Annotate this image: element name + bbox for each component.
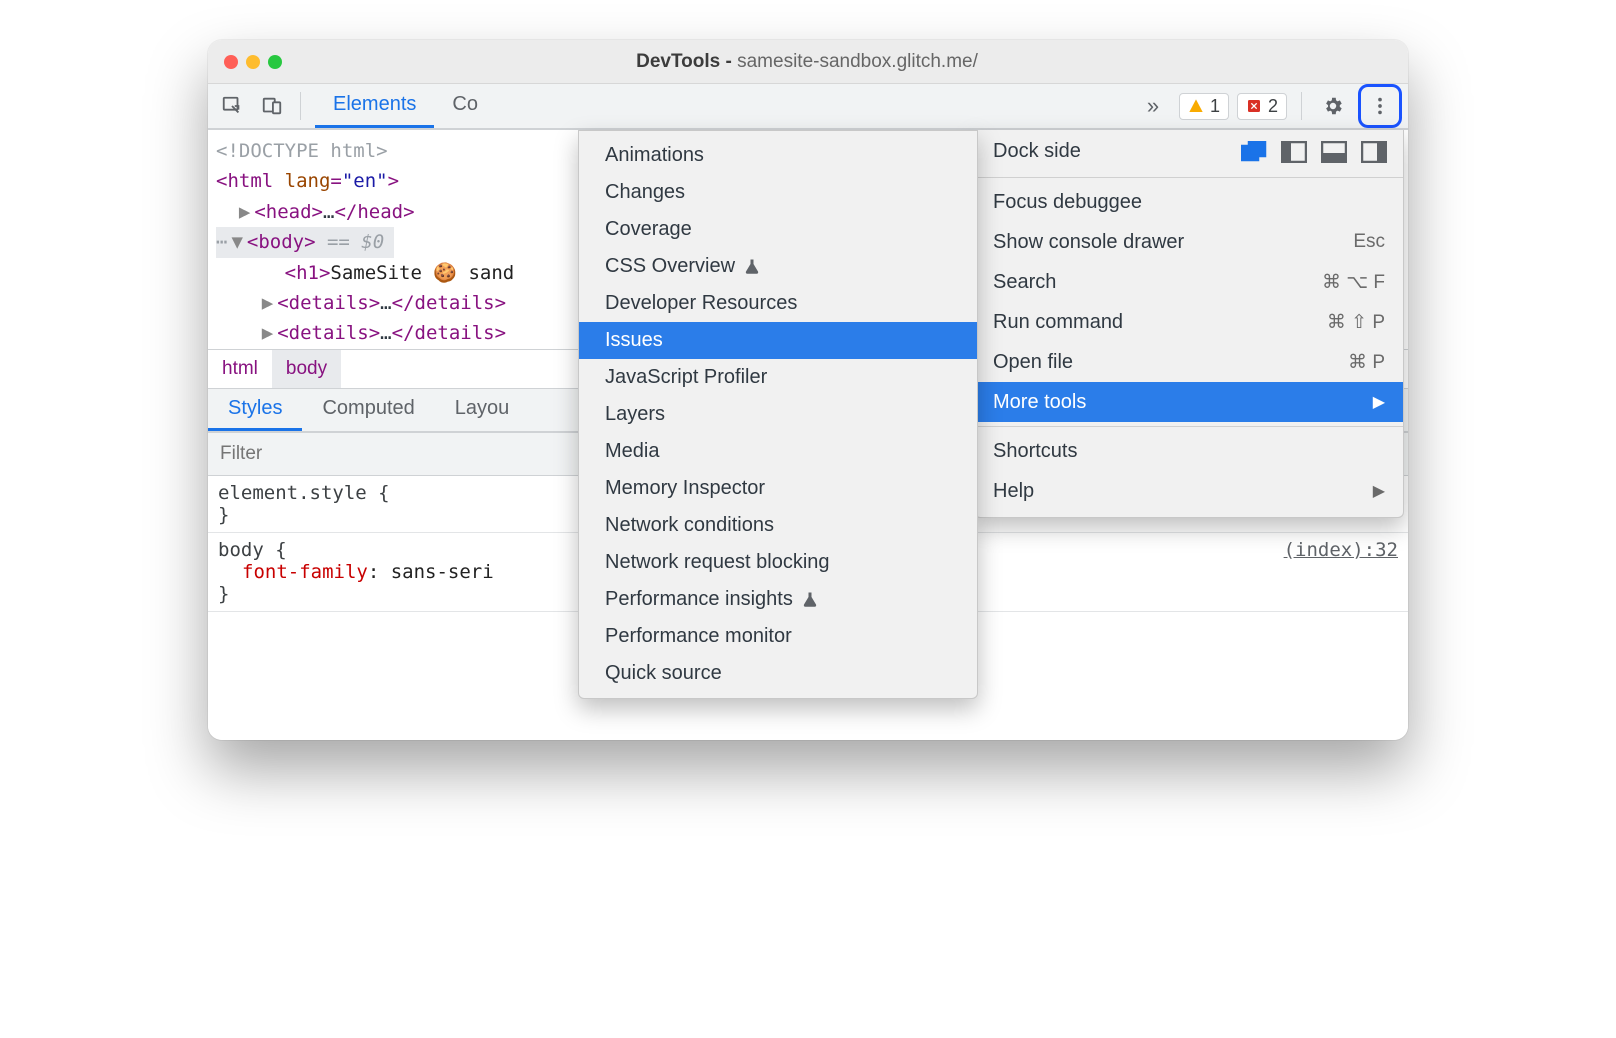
titlebar: DevTools - samesite-sandbox.glitch.me/ xyxy=(208,40,1408,84)
dock-left-icon[interactable] xyxy=(1281,141,1307,163)
menu-search[interactable]: Search⌘ ⌥ F xyxy=(975,262,1403,302)
devtools-window: DevTools - samesite-sandbox.glitch.me/ E… xyxy=(208,40,1408,740)
device-toggle-icon[interactable] xyxy=(254,88,290,124)
window-title: DevTools - samesite-sandbox.glitch.me/ xyxy=(282,51,1332,73)
menu-more-tools[interactable]: More tools▶ xyxy=(975,382,1403,422)
submenu-animations[interactable]: Animations xyxy=(579,137,977,174)
title-app: DevTools xyxy=(636,51,720,72)
dom-doctype: <!DOCTYPE html> xyxy=(216,140,388,162)
menu-help[interactable]: Help▶ xyxy=(975,471,1403,511)
submenu-memory-inspector[interactable]: Memory Inspector xyxy=(579,470,977,507)
dock-side-row: Dock side xyxy=(975,130,1403,173)
menu-show-console-drawer[interactable]: Show console drawerEsc xyxy=(975,222,1403,262)
more-options-icon[interactable] xyxy=(1363,89,1397,123)
toolbar-separator xyxy=(300,92,301,120)
zoom-window-button[interactable] xyxy=(268,55,282,69)
flask-icon xyxy=(801,591,819,609)
main-toolbar: Elements Co » 1 2 xyxy=(208,84,1408,130)
menu-run-command[interactable]: Run command⌘ ⇧ P xyxy=(975,302,1403,342)
submenu-layers[interactable]: Layers xyxy=(579,396,977,433)
submenu-issues[interactable]: Issues xyxy=(579,322,977,359)
submenu-performance-monitor[interactable]: Performance monitor xyxy=(579,618,977,655)
warnings-count: 1 xyxy=(1210,96,1220,117)
dock-side-label: Dock side xyxy=(993,140,1081,163)
subtab-computed[interactable]: Computed xyxy=(302,389,434,431)
css-source-link[interactable]: (index):32 xyxy=(1284,539,1398,561)
submenu-network-conditions[interactable]: Network conditions xyxy=(579,507,977,544)
panel-body: <!DOCTYPE html> <html lang="en"> ▶<head>… xyxy=(208,130,1408,740)
submenu-network-request-blocking[interactable]: Network request blocking xyxy=(579,544,977,581)
warnings-badge[interactable]: 1 xyxy=(1179,93,1229,120)
menu-shortcuts[interactable]: Shortcuts xyxy=(975,431,1403,471)
css-prop-font-family[interactable]: font-family xyxy=(218,561,368,583)
traffic-lights xyxy=(224,55,282,69)
title-url: samesite-sandbox.glitch.me/ xyxy=(737,51,978,72)
tab-console-truncated[interactable]: Co xyxy=(434,84,496,128)
submenu-performance-insights[interactable]: Performance insights xyxy=(579,581,977,618)
main-menu: Dock side Focus debuggee Show console dr… xyxy=(974,130,1404,518)
submenu-quick-source[interactable]: Quick source xyxy=(579,655,977,692)
close-window-button[interactable] xyxy=(224,55,238,69)
menu-focus-debuggee[interactable]: Focus debuggee xyxy=(975,182,1403,222)
more-options-highlight xyxy=(1358,84,1402,128)
crumb-body[interactable]: body xyxy=(272,350,341,388)
crumb-html[interactable]: html xyxy=(208,350,272,388)
errors-badge[interactable]: 2 xyxy=(1237,93,1287,120)
submenu-coverage[interactable]: Coverage xyxy=(579,211,977,248)
errors-count: 2 xyxy=(1268,96,1278,117)
subtab-styles[interactable]: Styles xyxy=(208,389,302,431)
dock-right-icon[interactable] xyxy=(1361,141,1387,163)
menu-open-file[interactable]: Open file⌘ P xyxy=(975,342,1403,382)
tabs-overflow-icon[interactable]: » xyxy=(1135,88,1171,124)
panel-tabs: Elements Co xyxy=(315,84,496,128)
tab-elements[interactable]: Elements xyxy=(315,84,434,128)
toolbar-separator xyxy=(1301,92,1302,120)
submenu-media[interactable]: Media xyxy=(579,433,977,470)
inspect-element-icon[interactable] xyxy=(214,88,250,124)
minimize-window-button[interactable] xyxy=(246,55,260,69)
submenu-developer-resources[interactable]: Developer Resources xyxy=(579,285,977,322)
submenu-changes[interactable]: Changes xyxy=(579,174,977,211)
submenu-css-overview[interactable]: CSS Overview xyxy=(579,248,977,285)
submenu-javascript-profiler[interactable]: JavaScript Profiler xyxy=(579,359,977,396)
subtab-layout-truncated[interactable]: Layou xyxy=(435,389,530,431)
dock-undock-icon[interactable] xyxy=(1241,141,1267,163)
more-tools-submenu: AnimationsChangesCoverageCSS OverviewDev… xyxy=(578,130,978,699)
flask-icon xyxy=(743,258,761,276)
settings-icon[interactable] xyxy=(1316,89,1350,123)
dock-bottom-icon[interactable] xyxy=(1321,141,1347,163)
